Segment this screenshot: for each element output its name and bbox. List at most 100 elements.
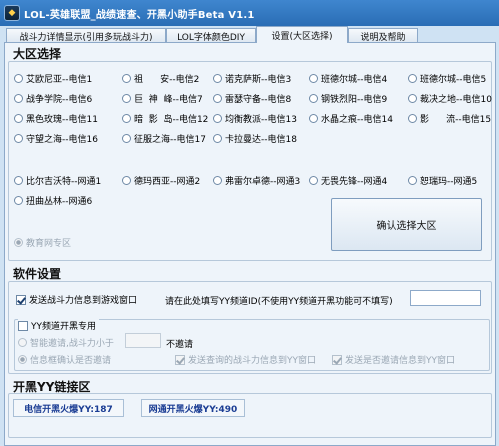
radio-dot (122, 74, 131, 83)
tab-combat-details[interactable]: 战斗力详情显示(引用多玩战斗力) (6, 28, 166, 43)
radio-dot (408, 74, 417, 83)
radio-dot (122, 134, 131, 143)
window-title: LOL-英雄联盟_战绩速查、开黑小助手Beta V1.1 (24, 9, 255, 21)
server-radio[interactable]: 班德尔城--电信4 (309, 72, 387, 85)
server-radio[interactable]: 战争学院--电信6 (14, 92, 92, 105)
server-radio[interactable]: 卡拉曼达--电信18 (213, 132, 297, 145)
server-radio[interactable]: 水晶之痕--电信14 (309, 112, 393, 125)
radio-dot (309, 94, 318, 103)
no-invite-label: 不邀请 (166, 340, 194, 350)
server-radio-label: 守望之海--电信16 (26, 135, 98, 145)
radio-dot (18, 355, 27, 364)
tab-strip: 战斗力详情显示(引用多玩战斗力) LOL字体颜色DIY 设置(大区选择) 说明及… (6, 26, 496, 43)
server-radio-label: 班德尔城--电信4 (321, 75, 388, 85)
server-radio[interactable]: 教育网专区 (14, 236, 71, 249)
popup-confirm-label: 信息框确认是否邀请 (30, 356, 112, 366)
server-radio-label: 雷瑟守备--电信8 (225, 95, 292, 105)
server-radio[interactable]: 守望之海--电信16 (14, 132, 98, 145)
region-section-title: 大区选择 (13, 47, 62, 61)
server-radio[interactable]: 黑色玫瑰--电信11 (14, 112, 98, 125)
netcom-yy-link[interactable]: 网通开黑火爆YY:490 (141, 399, 245, 417)
server-radio[interactable]: 暗 影 岛--电信12 (122, 112, 208, 125)
server-radio-label: 黑色玫瑰--电信11 (26, 115, 98, 125)
checkbox-box (18, 320, 28, 331)
server-radio-label: 均衡教派--电信13 (225, 115, 297, 125)
radio-dot (213, 176, 222, 185)
server-radio[interactable]: 扭曲丛林--网通6 (14, 194, 92, 207)
yy-dedicated-label: YY频道开黑专用 (31, 322, 96, 332)
server-radio[interactable]: 诺克萨斯--电信3 (213, 72, 291, 85)
radio-dot (14, 196, 23, 205)
radio-dot (213, 94, 222, 103)
server-radio-label: 班德尔城--电信5 (420, 75, 487, 85)
server-radio-label: 巨 神 峰--电信7 (134, 95, 203, 105)
radio-dot (213, 74, 222, 83)
radio-dot (14, 238, 23, 247)
server-radio-label: 扭曲丛林--网通6 (26, 197, 93, 207)
server-radio-label: 恕瑞玛--网通5 (420, 177, 478, 187)
radio-dot (213, 134, 222, 143)
server-radio[interactable]: 雷瑟守备--电信8 (213, 92, 291, 105)
yy-channel-prompt: 请在此处填写YY频道ID(不使用YY频道开黑功能可不填写) (165, 297, 393, 307)
server-radio[interactable]: 弗雷尔卓德--网通3 (213, 174, 300, 187)
smart-invite-radio[interactable]: 智能邀请,战斗力小于 (18, 336, 114, 349)
server-radio[interactable]: 恕瑞玛--网通5 (408, 174, 477, 187)
popup-confirm-radio[interactable]: 信息框确认是否邀请 (18, 353, 111, 366)
yy-dedicated-checkbox[interactable]: YY频道开黑专用 (18, 319, 99, 332)
lol-app-icon: ◆ (4, 5, 20, 21)
radio-dot (14, 94, 23, 103)
settings-panel: 大区选择 艾欧尼亚--电信1 祖 安--电信2 诺克萨斯--电信3 班德尔城--电信4… (4, 42, 496, 446)
server-radio[interactable]: 无畏先锋--网通4 (309, 174, 387, 187)
server-radio-label: 钢铁烈阳--电信9 (321, 95, 388, 105)
radio-dot (14, 74, 23, 83)
server-radio-label: 影 流--电信15 (420, 115, 492, 125)
server-radio[interactable]: 均衡教派--电信13 (213, 112, 297, 125)
yy-channel-input[interactable] (410, 290, 481, 306)
server-radio-label: 裁决之地--电信10 (420, 95, 492, 105)
send-query-yy-label: 发送查询的战斗力信息到YY窗口 (188, 356, 316, 366)
tab-help[interactable]: 说明及帮助 (348, 28, 418, 43)
server-radio[interactable]: 班德尔城--电信5 (408, 72, 486, 85)
server-radio[interactable]: 艾欧尼亚--电信1 (14, 72, 92, 85)
software-section-title: 软件设置 (13, 267, 62, 281)
server-radio-label: 教育网专区 (26, 239, 72, 249)
server-radio[interactable]: 祖 安--电信2 (122, 72, 199, 85)
server-radio[interactable]: 征服之海--电信17 (122, 132, 206, 145)
radio-dot (122, 94, 131, 103)
title-bar: ◆ LOL-英雄联盟_战绩速查、开黑小助手Beta V1.1 (0, 0, 499, 26)
server-radio-label: 艾欧尼亚--电信1 (26, 75, 93, 85)
server-radio[interactable]: 德玛西亚--网通2 (122, 174, 200, 187)
checkbox-box (332, 354, 342, 365)
radio-dot (309, 74, 318, 83)
radio-dot (408, 94, 417, 103)
tab-settings[interactable]: 设置(大区选择) (256, 26, 348, 43)
send-query-yy-checkbox[interactable]: 发送查询的战斗力信息到YY窗口 (175, 353, 316, 366)
telecom-yy-link[interactable]: 电信开黑火爆YY:187 (13, 399, 124, 417)
radio-dot (14, 114, 23, 123)
smart-invite-label: 智能邀请,战斗力小于 (30, 339, 114, 349)
radio-dot (309, 176, 318, 185)
radio-dot (309, 114, 318, 123)
server-radio-label: 暗 影 岛--电信12 (134, 115, 209, 125)
combat-threshold-input[interactable] (125, 333, 161, 348)
server-radio[interactable]: 比尔吉沃特--网通1 (14, 174, 101, 187)
server-radio[interactable]: 巨 神 峰--电信7 (122, 92, 203, 105)
confirm-region-button[interactable]: 确认选择大区 (331, 198, 482, 251)
server-radio-label: 水晶之痕--电信14 (321, 115, 393, 125)
radio-dot (14, 134, 23, 143)
tab-font-color-diy[interactable]: LOL字体颜色DIY (166, 28, 256, 43)
server-radio-label: 比尔吉沃特--网通1 (26, 177, 102, 187)
radio-dot (408, 176, 417, 185)
send-invite-yy-checkbox[interactable]: 发送是否邀请信息到YY窗口 (332, 353, 455, 366)
server-radio-label: 德玛西亚--网通2 (134, 177, 201, 187)
send-stats-checkbox[interactable]: 发送战斗力信息到游戏窗口 (16, 293, 137, 306)
radio-dot (18, 338, 27, 347)
server-radio[interactable]: 裁决之地--电信10 (408, 92, 492, 105)
server-radio[interactable]: 影 流--电信15 (408, 112, 491, 125)
radio-dot (14, 176, 23, 185)
send-invite-yy-label: 发送是否邀请信息到YY窗口 (345, 356, 455, 366)
server-radio[interactable]: 钢铁烈阳--电信9 (309, 92, 387, 105)
checkbox-box (175, 354, 185, 365)
radio-dot (213, 114, 222, 123)
checkbox-box (16, 294, 26, 305)
